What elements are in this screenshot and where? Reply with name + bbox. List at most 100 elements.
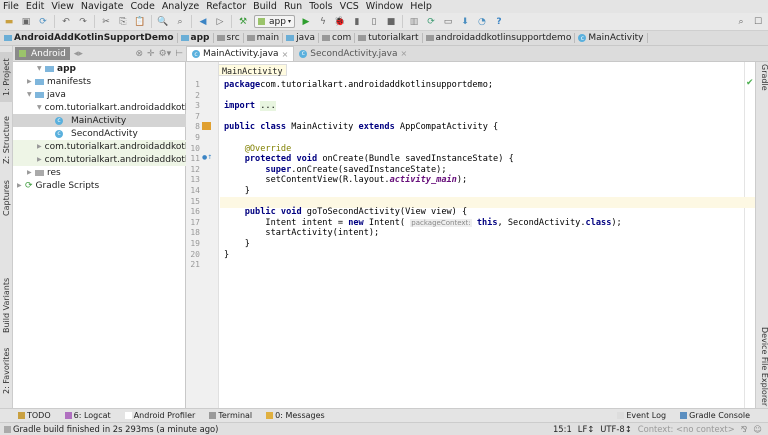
file-encoding[interactable]: UTF-8↕ <box>600 424 631 434</box>
sync-icon[interactable]: ⟳ <box>37 16 49 28</box>
favorites-tool-tab[interactable]: 2: Favorites <box>0 346 13 396</box>
menu-help[interactable]: Help <box>410 1 432 12</box>
menu-window[interactable]: Window <box>366 1 403 12</box>
breadcrumb-item[interactable]: androidaddkotlinsupportdemo <box>425 33 576 43</box>
menu-vcs[interactable]: VCS <box>340 1 359 12</box>
open-icon[interactable]: ▬ <box>3 16 15 28</box>
breadcrumb-item[interactable]: app <box>180 33 214 43</box>
replace-icon[interactable]: ⌕ <box>174 16 186 28</box>
profiler-icon[interactable]: ◔ <box>476 16 488 28</box>
tool-window-gradle-console[interactable]: Gradle Console <box>680 411 750 420</box>
structure-tool-tab[interactable]: Z: Structure <box>0 110 13 170</box>
expand-arrow-icon[interactable]: ▶ <box>17 182 25 189</box>
settings-gear-icon[interactable]: ⚙▾ <box>159 49 172 59</box>
gradle-tool-tab[interactable]: Gradle <box>756 64 768 91</box>
project-structure-icon[interactable]: ▥ <box>408 16 420 28</box>
paste-icon[interactable]: 📋 <box>134 16 146 28</box>
tool-window-todo[interactable]: TODO <box>18 411 51 420</box>
cursor-position[interactable]: 15:1 <box>553 424 572 434</box>
project-tool-tab[interactable]: 1: Project <box>0 52 13 102</box>
breadcrumb-item[interactable]: c MainActivity <box>578 33 648 43</box>
menu-refactor[interactable]: Refactor <box>206 1 246 12</box>
run-icon[interactable]: ▶ <box>300 16 312 28</box>
search-everywhere-icon[interactable]: ⌕ <box>735 16 747 28</box>
tree-item-secondactivity[interactable]: c SecondActivity <box>13 127 186 140</box>
avd-manager-icon[interactable]: ▭ <box>442 16 454 28</box>
sdk-manager-icon[interactable]: ⬇ <box>459 16 471 28</box>
lock-icon[interactable]: ⅋ <box>741 424 748 434</box>
hide-panel-icon[interactable]: ⊢ <box>175 49 183 59</box>
breadcrumb-item[interactable]: main <box>246 33 284 43</box>
tab-secondactivity[interactable]: c SecondActivity.java × <box>294 46 412 61</box>
switch-view-icon[interactable]: ◂▸ <box>74 49 83 59</box>
tree-item-res[interactable]: ▶ res <box>13 166 186 179</box>
build-variants-tool-tab[interactable]: Build Variants <box>0 274 13 336</box>
expand-arrow-icon[interactable]: ▼ <box>27 91 35 98</box>
menu-tools[interactable]: Tools <box>309 1 332 12</box>
tree-item-com-tutorialkart-androidaddkotlinsupportdemo[interactable]: ▶com.tutorialkart.androidaddkotlinsuppor… <box>13 153 186 166</box>
breadcrumb-item[interactable]: tutorialkart <box>358 33 423 43</box>
make-project-icon[interactable]: ⚒ <box>237 16 249 28</box>
tool-window-logcat[interactable]: 6: Logcat <box>64 411 111 420</box>
tree-item-manifests[interactable]: ▶ manifests <box>13 75 186 88</box>
expand-arrow-icon[interactable]: ▶ <box>27 169 35 176</box>
tree-item-mainactivity[interactable]: c MainActivity <box>13 114 186 127</box>
menu-edit[interactable]: Edit <box>26 1 44 12</box>
view-mode-select[interactable]: Android <box>15 47 70 60</box>
help-icon[interactable]: ? <box>493 16 505 28</box>
collapse-all-icon[interactable]: ✛ <box>147 49 155 59</box>
profile-icon[interactable]: ▮ <box>351 16 363 28</box>
tree-item-gradle[interactable]: ▶ ⟳ Gradle Scripts <box>13 179 186 192</box>
expand-arrow-icon[interactable]: ▶ <box>27 78 35 85</box>
apply-changes-icon[interactable]: ϟ <box>317 16 329 28</box>
menu-build[interactable]: Build <box>253 1 277 12</box>
menu-navigate[interactable]: Navigate <box>81 1 124 12</box>
find-icon[interactable]: 🔍 <box>157 16 169 28</box>
forward-icon[interactable]: ▷ <box>214 16 226 28</box>
tree-item-com-tutorialkart-androidaddkotlinsupportdemo[interactable]: ▶com.tutorialkart.androidaddkotlinsuppor… <box>13 140 186 153</box>
expand-arrow-icon[interactable]: ▼ <box>37 65 45 72</box>
expand-arrow-icon[interactable]: ▶ <box>37 143 42 150</box>
code-editor[interactable]: 1 2 3 7 8 9 10 11 12 13 14 15 16 17 18 19 20 21 ●↑ MainAct… <box>186 62 755 408</box>
copy-icon[interactable]: ⎘ <box>117 16 129 28</box>
line-separator[interactable]: LF↕ <box>578 424 595 434</box>
tool-window-messages[interactable]: 0: Messages <box>266 411 325 420</box>
tool-window-profiler[interactable]: Android Profiler <box>124 411 195 420</box>
gradle-sync-icon[interactable]: ⟳ <box>425 16 437 28</box>
close-tab-icon[interactable]: × <box>282 50 289 59</box>
undo-icon[interactable]: ↶ <box>60 16 72 28</box>
hector-icon[interactable]: ☺ <box>753 424 762 434</box>
cut-icon[interactable]: ✂ <box>100 16 112 28</box>
tab-mainactivity[interactable]: c MainActivity.java × <box>186 46 295 61</box>
tree-item-com-tutorialkart-androidaddkotlinsupportdemo[interactable]: ▼com.tutorialkart.androidaddkotlinsuppor… <box>13 101 186 114</box>
back-icon[interactable]: ◀ <box>197 16 209 28</box>
run-config-select[interactable]: app ▾ <box>254 15 295 28</box>
debug-icon[interactable]: 🐞 <box>334 16 346 28</box>
menu-file[interactable]: File <box>3 1 19 12</box>
override-method-icon[interactable]: ●↑ <box>202 154 212 161</box>
menu-view[interactable]: View <box>51 1 74 12</box>
menu-run[interactable]: Run <box>284 1 302 12</box>
save-icon[interactable]: ▣ <box>20 16 32 28</box>
stop-icon[interactable]: ■ <box>385 16 397 28</box>
breadcrumb-item[interactable]: com <box>322 33 356 43</box>
attach-debugger-icon[interactable]: ▯ <box>368 16 380 28</box>
expand-arrow-icon[interactable]: ▶ <box>37 156 42 163</box>
device-file-explorer-tool-tab[interactable]: Device File Explorer <box>756 327 768 406</box>
expand-arrow-icon[interactable]: ▼ <box>37 104 42 111</box>
tree-item-app[interactable]: ▼ app <box>13 62 186 75</box>
breadcrumb-item[interactable]: java <box>286 33 319 43</box>
menu-code[interactable]: Code <box>130 1 154 12</box>
tool-window-event-log[interactable]: Event Log <box>617 411 666 420</box>
scroll-from-source-icon[interactable]: ⊗ <box>135 49 143 59</box>
tool-window-terminal[interactable]: Terminal <box>209 411 252 420</box>
breadcrumb-item[interactable]: src <box>216 33 244 43</box>
breadcrumb-item[interactable]: AndroidAddKotlinSupportDemo <box>4 33 178 43</box>
implemented-class-icon[interactable] <box>202 122 211 131</box>
user-icon[interactable]: ☐ <box>752 16 764 28</box>
status-toggle-icon[interactable] <box>4 425 11 433</box>
close-tab-icon[interactable]: × <box>401 49 408 58</box>
menu-analyze[interactable]: Analyze <box>162 1 199 12</box>
captures-tool-tab[interactable]: Captures <box>0 176 13 221</box>
redo-icon[interactable]: ↷ <box>77 16 89 28</box>
